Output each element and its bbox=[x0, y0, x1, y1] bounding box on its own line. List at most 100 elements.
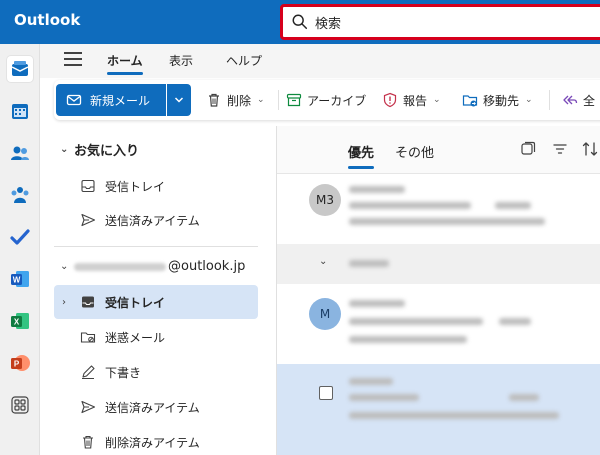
chevron-down-icon bbox=[174, 97, 184, 103]
new-mail-button[interactable]: 新規メール bbox=[56, 84, 166, 116]
new-mail-label: 新規メール bbox=[90, 93, 151, 108]
favorites-header[interactable]: ⌄ お気に入り bbox=[60, 140, 139, 159]
tab-help[interactable]: ヘルプ bbox=[226, 52, 262, 69]
chevron-down-icon: ⌄ bbox=[60, 144, 69, 155]
preview-redacted bbox=[349, 412, 559, 419]
favorites-header-label: お気に入り bbox=[74, 144, 140, 159]
group-label-redacted bbox=[349, 260, 389, 267]
powerpoint-app-icon[interactable]: P bbox=[7, 350, 33, 376]
favorites-item-sent[interactable]: 送信済みアイテム bbox=[54, 203, 258, 237]
select-mode-icon[interactable] bbox=[519, 140, 537, 158]
folder-item-junk[interactable]: 迷惑メール bbox=[54, 320, 258, 354]
folder-label: 削除済みアイテム bbox=[105, 435, 200, 450]
account-header[interactable]: ⌄ @outlook.jp bbox=[60, 259, 245, 274]
outlook-window: Outlook 検索 W X P ホーム 表示 ヘルプ 新規メール 削除 ⌄ ア… bbox=[0, 0, 600, 455]
ribbon-divider bbox=[278, 90, 279, 110]
folder-item-sent[interactable]: 送信済みアイテム bbox=[54, 390, 258, 424]
folder-pane: ⌄ お気に入り 受信トレイ 送信済みアイテム ⌄ @outlook.jp › 受… bbox=[40, 126, 272, 455]
calendar-app-icon[interactable] bbox=[7, 98, 33, 124]
filter-icon[interactable] bbox=[551, 140, 569, 158]
folder-label: 送信済みアイテム bbox=[105, 213, 200, 228]
folder-move-icon bbox=[462, 95, 478, 107]
drafts-icon bbox=[82, 365, 95, 380]
excel-app-icon[interactable]: X bbox=[7, 308, 33, 334]
subject-redacted bbox=[349, 318, 483, 325]
tab-other[interactable]: その他 bbox=[395, 142, 434, 161]
time-redacted bbox=[499, 318, 531, 325]
tab-view[interactable]: 表示 bbox=[169, 52, 193, 69]
report-label: 報告 bbox=[403, 93, 428, 108]
folder-label: 迷惑メール bbox=[105, 330, 166, 345]
reply-all-label: 全 bbox=[583, 93, 596, 108]
new-mail-dropdown[interactable] bbox=[167, 84, 191, 116]
delete-label: 削除 bbox=[227, 93, 252, 108]
junk-icon bbox=[80, 332, 96, 343]
top-bar: Outlook 検索 bbox=[0, 0, 600, 44]
ribbon-tabs: ホーム 表示 ヘルプ bbox=[40, 44, 600, 78]
chevron-down-icon: ⌄ bbox=[433, 95, 441, 105]
word-app-icon[interactable]: W bbox=[7, 266, 33, 292]
hamburger-menu-icon[interactable] bbox=[64, 52, 82, 66]
folder-label: 受信トレイ bbox=[105, 179, 166, 194]
folder-label: 送信済みアイテム bbox=[105, 400, 200, 415]
message-item[interactable]: M bbox=[277, 290, 600, 362]
sort-icon[interactable] bbox=[581, 140, 599, 158]
group-header[interactable]: ⌄ bbox=[277, 244, 600, 284]
subject-redacted bbox=[349, 394, 419, 401]
folder-label: 下書き bbox=[105, 365, 142, 380]
message-checkbox[interactable] bbox=[319, 386, 333, 400]
account-domain: @outlook.jp bbox=[168, 259, 246, 274]
archive-button[interactable]: アーカイブ bbox=[286, 80, 366, 120]
folder-label: 受信トレイ bbox=[105, 295, 166, 310]
more-apps-icon[interactable] bbox=[7, 392, 33, 418]
todo-app-icon[interactable] bbox=[7, 224, 33, 250]
reply-all-icon bbox=[563, 95, 578, 105]
folder-item-deleted[interactable]: 削除済みアイテム bbox=[54, 425, 258, 455]
chevron-down-icon: ⌄ bbox=[60, 261, 69, 272]
message-list-header: 優先 その他 bbox=[277, 126, 600, 174]
ribbon-divider bbox=[549, 90, 550, 110]
groups-app-icon[interactable] bbox=[7, 182, 33, 208]
mail-app-icon[interactable] bbox=[7, 56, 33, 82]
reply-all-button[interactable]: 全 bbox=[562, 80, 595, 120]
people-app-icon[interactable] bbox=[7, 140, 33, 166]
avatar: M bbox=[309, 298, 341, 330]
preview-redacted bbox=[349, 218, 545, 225]
search-icon bbox=[292, 14, 308, 30]
time-redacted bbox=[495, 202, 531, 209]
message-list: 優先 その他 M3 ⌄ M bbox=[276, 126, 600, 455]
message-item[interactable]: M3 bbox=[277, 176, 600, 242]
chevron-down-icon: ⌄ bbox=[319, 256, 328, 267]
subject-redacted bbox=[349, 202, 471, 209]
svg-text:W: W bbox=[13, 276, 21, 285]
report-button[interactable]: 報告 ⌄ bbox=[382, 80, 441, 120]
shield-alert-icon bbox=[383, 92, 397, 108]
chevron-down-icon: ⌄ bbox=[257, 95, 265, 105]
folder-item-inbox[interactable]: › 受信トレイ bbox=[54, 285, 258, 319]
search-input[interactable]: 検索 bbox=[280, 4, 600, 40]
svg-text:X: X bbox=[14, 318, 20, 327]
move-to-button[interactable]: 移動先 ⌄ bbox=[462, 80, 533, 120]
archive-label: アーカイブ bbox=[307, 93, 367, 108]
inbox-icon bbox=[81, 179, 95, 193]
preview-redacted bbox=[349, 336, 467, 343]
tab-home[interactable]: ホーム bbox=[107, 52, 143, 75]
ribbon-toolbar: 新規メール 削除 ⌄ アーカイブ 報告 ⌄ 移動先 ⌄ 全 bbox=[54, 80, 600, 120]
time-redacted bbox=[509, 394, 539, 401]
delete-button[interactable]: 削除 ⌄ bbox=[206, 80, 265, 120]
favorites-item-inbox[interactable]: 受信トレイ bbox=[54, 169, 258, 203]
account-name-redacted bbox=[74, 262, 166, 271]
folder-divider bbox=[54, 246, 258, 247]
tab-focused[interactable]: 優先 bbox=[348, 142, 375, 169]
folder-item-drafts[interactable]: 下書き bbox=[54, 355, 258, 389]
app-title: Outlook bbox=[14, 11, 81, 29]
avatar: M3 bbox=[309, 184, 341, 216]
mail-icon bbox=[66, 94, 82, 106]
chevron-right-icon[interactable]: › bbox=[62, 297, 66, 308]
chevron-down-icon: ⌄ bbox=[525, 95, 533, 105]
sender-redacted bbox=[349, 378, 393, 385]
search-placeholder: 検索 bbox=[315, 16, 342, 32]
archive-icon bbox=[286, 93, 302, 107]
message-item-selected[interactable] bbox=[277, 364, 600, 455]
sent-icon bbox=[81, 400, 96, 414]
